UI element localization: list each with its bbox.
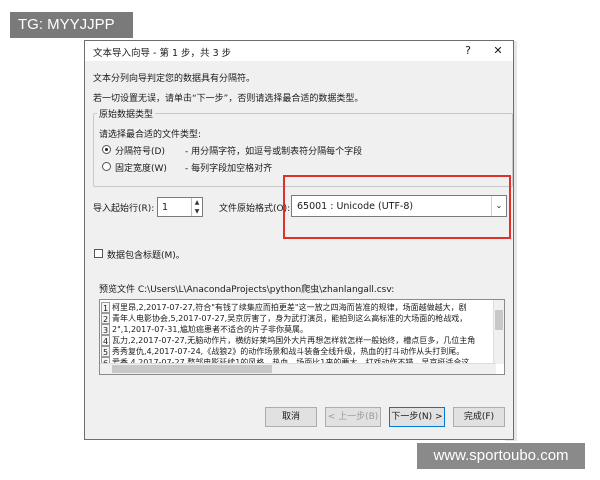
watermark-label: TG: MYYJJPP xyxy=(10,12,133,38)
horizontal-scroll-thumb[interactable] xyxy=(112,365,272,373)
start-row-stepper[interactable]: 1 ▲ ▼ xyxy=(157,197,203,217)
dialog-title: 文本导入向导 - 第 1 步，共 3 步 xyxy=(93,48,232,59)
close-button[interactable]: ✕ xyxy=(485,42,511,60)
vertical-scroll-thumb[interactable] xyxy=(495,310,503,330)
preview-row-number: 5 xyxy=(101,346,110,357)
site-watermark: www.sportoubo.com xyxy=(417,443,585,469)
headers-checkbox[interactable] xyxy=(94,249,103,258)
file-origin-select[interactable]: 65001 : Unicode (UTF-8) ⌄ xyxy=(291,195,507,217)
intro-line-1: 文本分列向导判定您的数据具有分隔符。 xyxy=(93,74,256,84)
file-origin-value: 65001 : Unicode (UTF-8) xyxy=(297,201,414,212)
prev-step-button[interactable]: < 上一步(B) xyxy=(325,407,381,427)
preview-line: 青年人电影协会,5,2017-07-27,吴京厉害了，身为武打演员，能拍到这么高… xyxy=(112,314,468,323)
fixed-width-radio[interactable] xyxy=(102,162,111,171)
start-row-value: 1 xyxy=(162,202,169,213)
preview-row-number: 4 xyxy=(101,335,110,346)
preview-vertical-scrollbar[interactable] xyxy=(493,300,504,364)
text-import-wizard-dialog: 文本导入向导 - 第 1 步，共 3 步 ? ✕ 文本分列向导判定您的数据具有分… xyxy=(84,40,514,440)
start-row-label: 导入起始行(R): xyxy=(93,204,155,214)
preview-line: 秀秀复仇,4,2017-07-24,《战狼2》的动作场景和战斗装备全线升级，热血… xyxy=(112,347,465,356)
intro-line-2: 若一切设置无误，请单击“下一步”，否则请选择最合适的数据类型。 xyxy=(93,94,364,104)
chevron-down-icon[interactable]: ⌄ xyxy=(491,196,506,216)
group-title: 原始数据类型 xyxy=(97,107,156,120)
preview-line: 2",1,2017-07-31,尴尬癌患者不适合的片子非你莫属。 xyxy=(112,325,308,334)
preview-row-number: 3 xyxy=(101,324,110,335)
preview-lines: 柯里昂,2,2017-07-27,符合"有钱了续集应而拍更差"这一放之四海而皆准… xyxy=(112,302,492,368)
preview-line: 瓦力,2,2017-07-27,无脑动作片，横纺好莱坞国外大片再想怎样就怎样一般… xyxy=(112,336,476,345)
preview-horizontal-scrollbar[interactable] xyxy=(100,363,496,374)
dialog-titlebar: 文本导入向导 - 第 1 步，共 3 步 ? ✕ xyxy=(85,41,513,61)
preview-row-number: 1 xyxy=(101,302,110,313)
preview-pane[interactable]: 1 2 3 4 5 6 柯里昂,2,2017-07-27,符合"有钱了续集应而拍… xyxy=(99,299,505,375)
next-step-button[interactable]: 下一步(N) > xyxy=(389,407,445,427)
group-prompt: 请选择最合适的文件类型: xyxy=(99,130,202,140)
cancel-button[interactable]: 取消 xyxy=(265,407,317,427)
delimited-radio-description: - 用分隔字符，如逗号或制表符分隔每个字段 xyxy=(185,147,363,157)
fixed-width-radio-label[interactable]: 固定宽度(W) xyxy=(115,161,167,174)
delimited-radio-label[interactable]: 分隔符号(D) xyxy=(115,144,165,157)
fixed-width-radio-description: - 每列字段加空格对齐 xyxy=(185,164,273,174)
preview-line: 柯里昂,2,2017-07-27,符合"有钱了续集应而拍更差"这一放之四海而皆准… xyxy=(112,303,467,312)
delimited-radio[interactable] xyxy=(102,145,111,154)
help-button[interactable]: ? xyxy=(455,42,481,60)
stepper-arrows-icon[interactable]: ▲ ▼ xyxy=(191,198,202,216)
preview-file-label: 预览文件 C:\Users\L\AnacondaProjects\python爬… xyxy=(99,285,395,295)
preview-row-numbers: 1 2 3 4 5 6 xyxy=(101,302,110,368)
headers-checkbox-label[interactable]: 数据包含标题(M)。 xyxy=(107,248,185,261)
preview-row-number: 2 xyxy=(101,313,110,324)
finish-button[interactable]: 完成(F) xyxy=(453,407,505,427)
file-origin-label: 文件原始格式(O): xyxy=(219,204,291,214)
